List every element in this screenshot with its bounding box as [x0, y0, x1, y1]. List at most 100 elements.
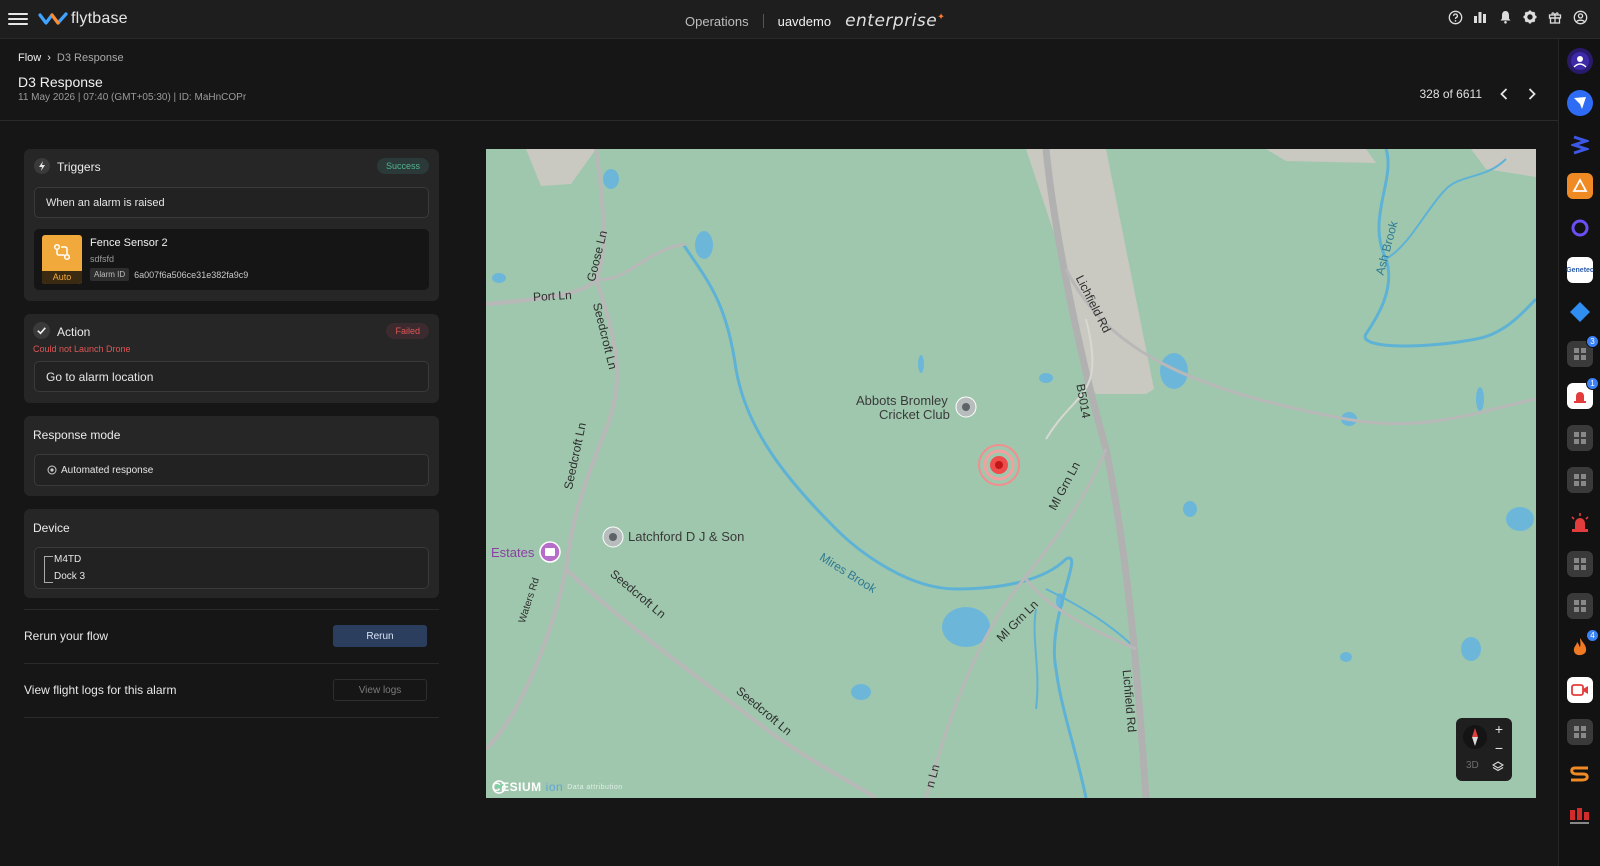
view-logs-button[interactable]: View logs [333, 679, 427, 701]
pager-count: 328 of 6611 [1419, 87, 1482, 101]
app-grid-icon[interactable] [1567, 719, 1593, 745]
device-title: Device [33, 521, 70, 535]
map-canvas[interactable] [486, 149, 1536, 798]
data-attribution-link[interactable]: Data attribution [567, 784, 622, 791]
bell-icon[interactable] [1497, 9, 1513, 25]
app-fire-icon[interactable]: 4 [1567, 629, 1599, 661]
chevron-right-icon[interactable] [1526, 88, 1538, 100]
brand-name: flytbase [71, 10, 128, 27]
response-mode-title: Response mode [33, 428, 121, 442]
edition-text: enterprise [845, 11, 938, 31]
app-s-logo-icon[interactable] [1567, 761, 1593, 787]
trigger-condition: When an alarm is raised [34, 187, 429, 218]
3d-toggle[interactable]: 3D [1466, 760, 1479, 771]
nav-operations[interactable]: Operations [685, 14, 749, 29]
zoom-out-icon[interactable]: − [1492, 740, 1506, 756]
logs-label: View flight logs for this alarm [24, 683, 177, 697]
response-mode-value: Automated response [61, 464, 154, 476]
triggers-card: Triggers Success When an alarm is raised… [24, 149, 439, 301]
brand-logo[interactable]: flytbase [38, 10, 128, 28]
breadcrumb-flow-link[interactable]: Flow [18, 52, 41, 64]
action-value: Go to alarm location [34, 361, 429, 392]
chevron-left-icon[interactable] [1498, 88, 1510, 100]
status-badge: Success [376, 158, 429, 174]
layers-icon[interactable] [1492, 761, 1506, 775]
app-triangle-icon[interactable] [1567, 173, 1593, 199]
app-send-icon[interactable] [1567, 90, 1593, 116]
top-bar: flytbase Operations uavdemo enterprise✦ [0, 0, 1600, 39]
triggers-title: Triggers [57, 160, 101, 174]
app-ring-icon[interactable] [1567, 215, 1593, 241]
page-subtitle: 11 May 2026 | 07:40 (GMT+05:30) | ID: Ma… [18, 92, 247, 103]
sensor-name: Fence Sensor 2 [90, 237, 168, 249]
analytics-icon[interactable] [1472, 9, 1488, 25]
app-diamond-icon[interactable] [1567, 299, 1593, 325]
map-label: Estates [491, 545, 535, 560]
poi-shop-icon[interactable] [539, 541, 561, 563]
response-mode-card: Response mode Automated response [24, 416, 439, 496]
alarm-id-label: Alarm ID [90, 268, 130, 281]
edition-label: enterprise✦ [845, 11, 946, 31]
auto-mode-icon [47, 465, 57, 475]
alarm-id-row: Alarm ID 6a007f6a506ce31e382fa9c9 [90, 268, 248, 281]
breadcrumb: Flow › D3 Response [18, 52, 124, 64]
app-grid-icon[interactable]: 3 [1567, 335, 1599, 367]
map-controls: + − 3D [1456, 718, 1512, 781]
status-badge: Failed [386, 323, 429, 339]
app-genetec-icon[interactable]: Genetec [1566, 257, 1594, 283]
rail-badge: 4 [1586, 629, 1599, 642]
alarm-marker-icon[interactable] [978, 444, 1020, 486]
tree-lines [44, 556, 53, 583]
rerun-label: Rerun your flow [24, 629, 109, 643]
rail-badge: 1 [1586, 377, 1599, 390]
alarm-id-value: 6a007f6a506ce31e382fa9c9 [134, 269, 249, 280]
sensor-thumbnail: Auto [42, 235, 82, 284]
account-icon[interactable] [1572, 9, 1588, 25]
app-alarm-light-icon[interactable] [1567, 509, 1593, 535]
check-icon [33, 322, 50, 339]
app-grid-icon[interactable] [1567, 425, 1593, 451]
poi-pin-icon[interactable] [955, 396, 977, 418]
flytbase-logo-icon [38, 12, 68, 25]
gift-icon[interactable] [1547, 9, 1563, 25]
action-title: Action [57, 325, 91, 339]
app-space-icon[interactable] [1567, 48, 1593, 74]
app-grid-icon[interactable] [1567, 551, 1593, 577]
org-name[interactable]: uavdemo [778, 14, 831, 29]
map-view[interactable]: Port Ln Goose Ln Seedcroft Ln Seedcroft … [486, 149, 1536, 798]
route-icon [53, 243, 71, 261]
gear-icon[interactable] [1522, 9, 1538, 25]
app-brand-icon[interactable] [1567, 803, 1593, 829]
map-label: Abbots Bromley [856, 393, 948, 408]
poi-pin-icon[interactable] [602, 526, 624, 548]
app-stack-icon[interactable] [1567, 131, 1593, 157]
page-title: D3 Response [18, 74, 103, 90]
zoom-in-icon[interactable]: + [1492, 721, 1506, 737]
lightning-icon [34, 158, 50, 174]
app-siren-icon[interactable]: 1 [1567, 377, 1599, 409]
help-icon[interactable] [1447, 9, 1463, 25]
page-header: Flow › D3 Response D3 Response 11 May 20… [0, 39, 1558, 121]
cesium-attribution[interactable]: CESIUM ion Data attribution [492, 780, 623, 794]
top-icons [1447, 9, 1588, 25]
app-camera-icon[interactable] [1567, 677, 1593, 703]
device-tree: M4TD Dock 3 [34, 547, 429, 589]
pagination: 328 of 6611 [1419, 87, 1538, 101]
device-drone: M4TD [54, 554, 82, 565]
device-dock: Dock 3 [54, 571, 86, 582]
app-grid-icon[interactable] [1567, 593, 1593, 619]
rerun-button[interactable]: Rerun [333, 625, 427, 647]
center-nav: Operations uavdemo enterprise✦ [685, 11, 945, 31]
breadcrumb-separator: › [47, 52, 51, 64]
cesium-ion-label: ion [545, 780, 564, 794]
divider [762, 14, 764, 28]
rerun-row: Rerun your flow Rerun [24, 609, 439, 661]
map-label: Port Ln [532, 287, 573, 305]
breadcrumb-current: D3 Response [56, 52, 124, 64]
compass-icon[interactable] [1463, 725, 1487, 749]
action-error: Could not Launch Drone [33, 344, 131, 354]
app-grid-icon[interactable] [1567, 467, 1593, 493]
sensor-mode-label: Auto [42, 271, 82, 284]
sensor-tile[interactable]: Auto Fence Sensor 2 sdfsfd Alarm ID 6a00… [34, 229, 429, 290]
menu-icon[interactable] [8, 10, 28, 28]
